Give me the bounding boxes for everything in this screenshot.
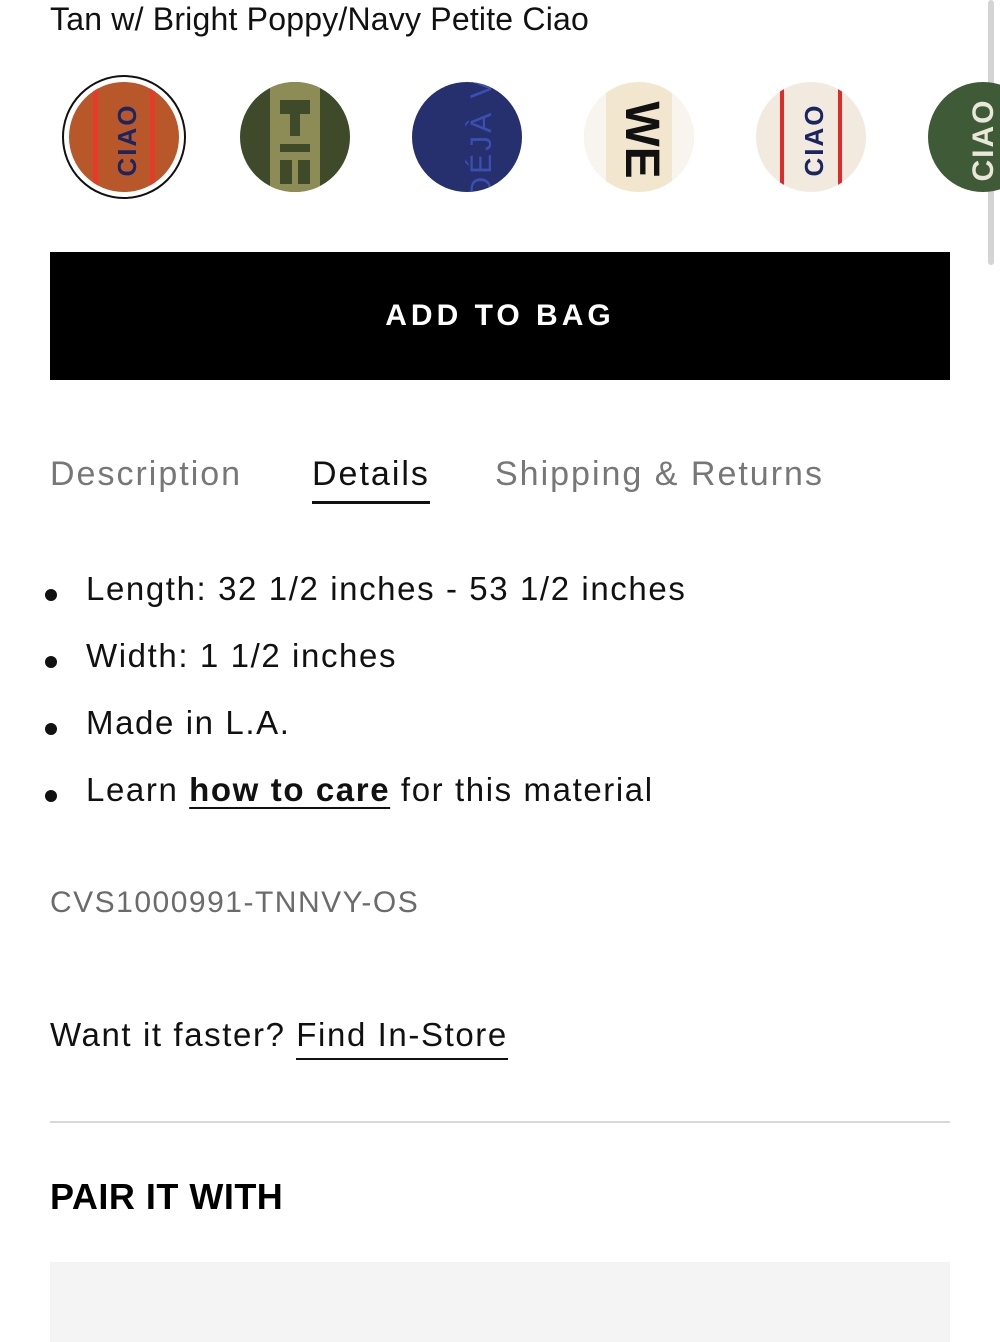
swatch-olive-ciao[interactable]: CIAO [928,82,1000,192]
swatch-navy-deja[interactable]: DÉJÀ V [412,82,522,192]
swatch-olive-pattern[interactable] [240,82,350,192]
bullet [45,790,57,802]
svg-text:CIAO: CIAO [967,99,1000,182]
tab-shipping-returns[interactable]: Shipping & Returns [495,455,824,494]
find-in-store-row: Want it faster? Find In-Store [50,1016,508,1060]
swatch-cream-we[interactable]: WE [584,82,694,192]
product-info-tabs: Description Details Shipping & Returns [50,455,950,515]
svg-text:DÉJÀ V: DÉJÀ V [465,82,498,192]
care-prefix: Learn [86,771,190,808]
swatch-image: DÉJÀ V [412,82,522,192]
product-sku: CVS1000991-TNNVY-OS [50,886,420,919]
color-swatch-list: CIAO DÉJÀ V WE CIAO CIAO [0,75,1000,200]
swatch-image: CIAO [756,82,866,192]
selected-color-name: Tan w/ Bright Poppy/Navy Petite Ciao [50,1,590,37]
swatch-image: WE [584,82,694,192]
bullet [45,723,57,735]
faster-prompt: Want it faster? [50,1016,297,1053]
tab-details[interactable]: Details [312,455,430,504]
add-to-bag-button[interactable]: ADD TO BAG [50,252,950,380]
svg-text:WE: WE [615,101,668,178]
bullet [45,656,57,668]
detail-width: Width: 1 1/2 inches [86,637,398,674]
swatch-image: CIAO [928,82,1000,192]
care-suffix: for this material [390,771,654,808]
detail-origin: Made in L.A. [86,704,291,741]
swatch-cream-ciao[interactable]: CIAO [756,82,866,192]
detail-care: Learn how to care for this material [86,771,654,809]
section-divider [50,1121,950,1123]
svg-text:CIAO: CIAO [112,104,142,177]
svg-text:CIAO: CIAO [799,104,829,177]
find-in-store-link[interactable]: Find In-Store [296,1016,508,1060]
detail-length: Length: 32 1/2 inches - 53 1/2 inches [86,570,687,607]
swatch-tan-poppy-navy-ciao[interactable]: CIAO [69,82,179,192]
pair-product-card[interactable] [50,1262,950,1342]
swatch-image: CIAO [69,82,179,192]
tab-description[interactable]: Description [50,455,242,494]
bullet [45,589,57,601]
pair-it-with-heading: PAIR IT WITH [50,1176,284,1217]
how-to-care-link[interactable]: how to care [189,771,390,808]
swatch-image [240,82,350,192]
